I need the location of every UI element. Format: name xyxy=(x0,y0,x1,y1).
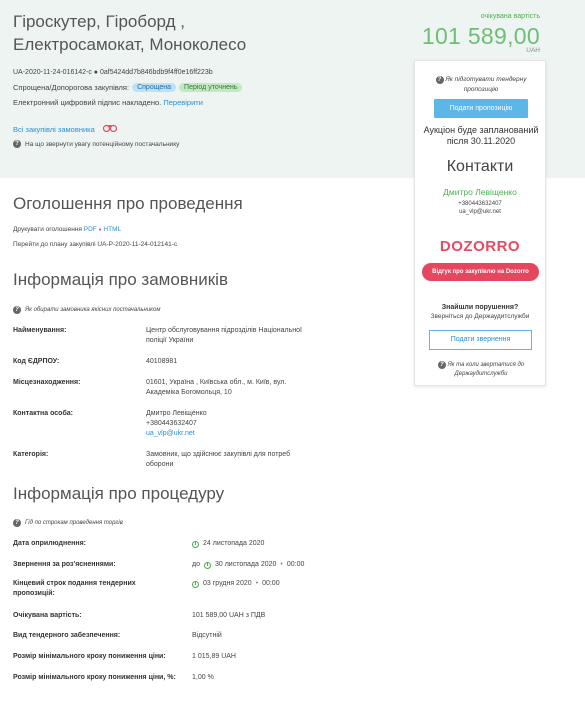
clarifications-time: 00:00 xyxy=(286,561,305,568)
clarifications-prefix: до xyxy=(192,561,200,568)
signature-text: Електронний цифровий підпис накладено. xyxy=(13,98,162,107)
customer-code-label: Код ЄДРПОУ: xyxy=(13,358,60,365)
procedure-hint[interactable]: ? Гід по строкам проведення торгів xyxy=(13,519,123,527)
how-to-prepare-text: Як підготувати тендерну пропозицію xyxy=(445,76,527,93)
help-icon: ? xyxy=(437,361,446,369)
customer-address-label: Місцезнаходження: xyxy=(13,379,81,386)
customer-contact-email[interactable]: ua_vlp@ukr.net xyxy=(146,429,316,439)
customer-contact-name: Дмитро Левіщенко xyxy=(146,410,207,417)
all-procurements-row: Всі закупівлі замовника xyxy=(13,124,117,134)
publication-date-text: 24 листопада 2020 xyxy=(203,540,265,547)
title-line-2: Електросамокат, Моноколесо xyxy=(13,35,247,54)
customer-address-value: 01601, Україна , Київська обл., м. Київ,… xyxy=(146,379,287,396)
announcement-title: Оголошення про проведення xyxy=(13,194,243,213)
customer-category-value: Замовник, що здійснює закупівлі для потр… xyxy=(146,451,291,468)
clarifications-label: Звернення за роз'ясненнями: xyxy=(13,561,116,568)
procurement-plan-link[interactable]: Перейти до плану закупівлі UA-P-2020-11-… xyxy=(13,241,177,248)
min-step-percent-label: Розмір мінімального кроку пониження ціни… xyxy=(13,674,176,681)
tender-title: Гіроскутер, Гіроборд , Електросамокат, М… xyxy=(13,10,373,56)
expected-cost-label: Очікувана вартість: xyxy=(13,612,82,619)
min-step-label: Розмір мінімального кроку пониження ціни… xyxy=(13,653,166,660)
clock-icon xyxy=(192,580,199,588)
print-pdf-link[interactable]: PDF xyxy=(84,226,97,233)
print-html-link[interactable]: HTML xyxy=(103,226,121,233)
auction-info: Аукціон буде запланований після 30.11.20… xyxy=(423,125,539,146)
customer-hint[interactable]: ? Як обирати замовника якісних постачаль… xyxy=(13,306,160,314)
violations-subtitle: Зверніться до Держаудитслужби xyxy=(430,313,530,320)
dozorro-review-button[interactable]: Відгук про закупівлю на Dozorro xyxy=(422,263,539,281)
dot-separator: • xyxy=(280,561,283,568)
procedure-info-title: Інформація про процедуру xyxy=(13,484,225,503)
expected-value-currency: UAH xyxy=(526,47,540,54)
expected-cost-value: 101 589,00 UAH з ПДВ xyxy=(192,612,266,619)
dozorro-logo: DOZORRO xyxy=(439,238,521,255)
customer-name-label: Найменування: xyxy=(13,327,67,334)
print-announcement-row: Друкувати оголошення PDF ● HTML xyxy=(13,226,121,233)
tender-security-label: Вид тендерного забезпечення: xyxy=(13,632,121,639)
submission-deadline-date: 03 грудня 2020 xyxy=(203,580,252,587)
signature-check-link[interactable]: Перевірити xyxy=(163,98,203,107)
clock-icon xyxy=(192,540,199,548)
help-icon: ? xyxy=(13,519,21,527)
help-icon: ? xyxy=(13,140,21,148)
submission-deadline-label: Кінцевий строк подання тендерних пропози… xyxy=(13,580,136,597)
submission-deadline-value: 03 грудня 2020 • 00:00 xyxy=(192,579,392,589)
customer-contact-phone: +380443632407 xyxy=(146,420,197,427)
expected-value-amount: 101 589,00 xyxy=(421,23,540,49)
customer-category-label: Категорія: xyxy=(13,451,49,458)
contact-name: Дмитро Левіщенко xyxy=(443,187,517,197)
violations-title: Знайшли порушення? xyxy=(441,304,519,311)
binoculars-icon xyxy=(102,124,117,134)
customer-code-value: 40108981 xyxy=(146,358,178,365)
procedure-badge: Спрощена xyxy=(132,83,177,92)
submission-deadline-time: 00:00 xyxy=(262,580,280,587)
procedure-hint-text: Гід по строкам проведення торгів xyxy=(25,520,123,526)
publication-date-value: 24 листопада 2020 xyxy=(192,539,392,549)
min-step-value: 1 015,89 UAH xyxy=(192,653,236,660)
contact-email[interactable]: ua_vlp@ukr.net xyxy=(415,209,545,215)
help-icon: ? xyxy=(13,306,21,314)
submit-offer-button[interactable]: Подати пропозицію xyxy=(434,99,528,118)
attention-text: На що звернути увагу потенційному постач… xyxy=(25,140,180,148)
how-to-prepare-link[interactable]: ? Як підготувати тендерну пропозицію xyxy=(425,75,537,95)
status-badge: Період уточнень xyxy=(179,83,243,92)
help-icon: ? xyxy=(435,76,444,84)
dot-separator: • xyxy=(255,580,259,587)
tender-id: UA-2020-11-24-016142-c ● 0af5424dd7b846b… xyxy=(13,69,213,76)
clarifications-date: 30 листопада 2020 xyxy=(214,561,277,568)
expected-value-label: очікувана вартість xyxy=(480,13,540,20)
submit-complaint-button[interactable]: Подати звернення xyxy=(429,330,532,350)
tender-security-value: Відсутній xyxy=(192,632,222,639)
print-separator: ● xyxy=(98,227,102,233)
signature-row: Електронний цифровий підпис накладено. П… xyxy=(13,98,203,107)
procedure-type-label: Спрощена/Допорогова закупівля: xyxy=(13,83,130,92)
customer-contact-value: Дмитро Левіщенко +380443632407 ua_vlp@uk… xyxy=(146,409,316,439)
tender-sidebar: ? Як підготувати тендерну пропозицію Под… xyxy=(414,60,546,386)
procedure-type-row: Спрощена/Допорогова закупівля: Спрощена … xyxy=(13,83,243,92)
clarifications-value: до 30 листопада 2020 • 00:00 xyxy=(192,560,392,570)
customer-info-title: Інформація про замовників xyxy=(13,270,228,289)
attention-hint[interactable]: ? На що звернути увагу потенційному пост… xyxy=(13,140,179,148)
publication-date-label: Дата оприлюднення: xyxy=(13,540,86,547)
contacts-title: Контакти xyxy=(446,158,514,175)
min-step-percent-value: 1,00 % xyxy=(192,674,214,681)
customer-contact-label: Контактна особа: xyxy=(13,410,73,417)
customer-hint-text: Як обирати замовника якісних постачальни… xyxy=(25,307,161,313)
title-line-1: Гіроскутер, Гіроборд , xyxy=(13,12,185,31)
when-to-contact-text: Як та коли звертатися до Держаудитслужби xyxy=(447,362,525,377)
all-procurements-link[interactable]: Всі закупівлі замовника xyxy=(13,125,95,134)
clock-icon xyxy=(203,561,211,569)
print-label: Друкувати оголошення xyxy=(13,226,82,233)
contact-phone: +380443632407 xyxy=(458,201,502,207)
when-to-contact-link[interactable]: ? Як та коли звертатися до Держаудитслуж… xyxy=(423,361,539,379)
customer-name-value: Центр обслуговування підрозділів Націона… xyxy=(146,327,302,344)
